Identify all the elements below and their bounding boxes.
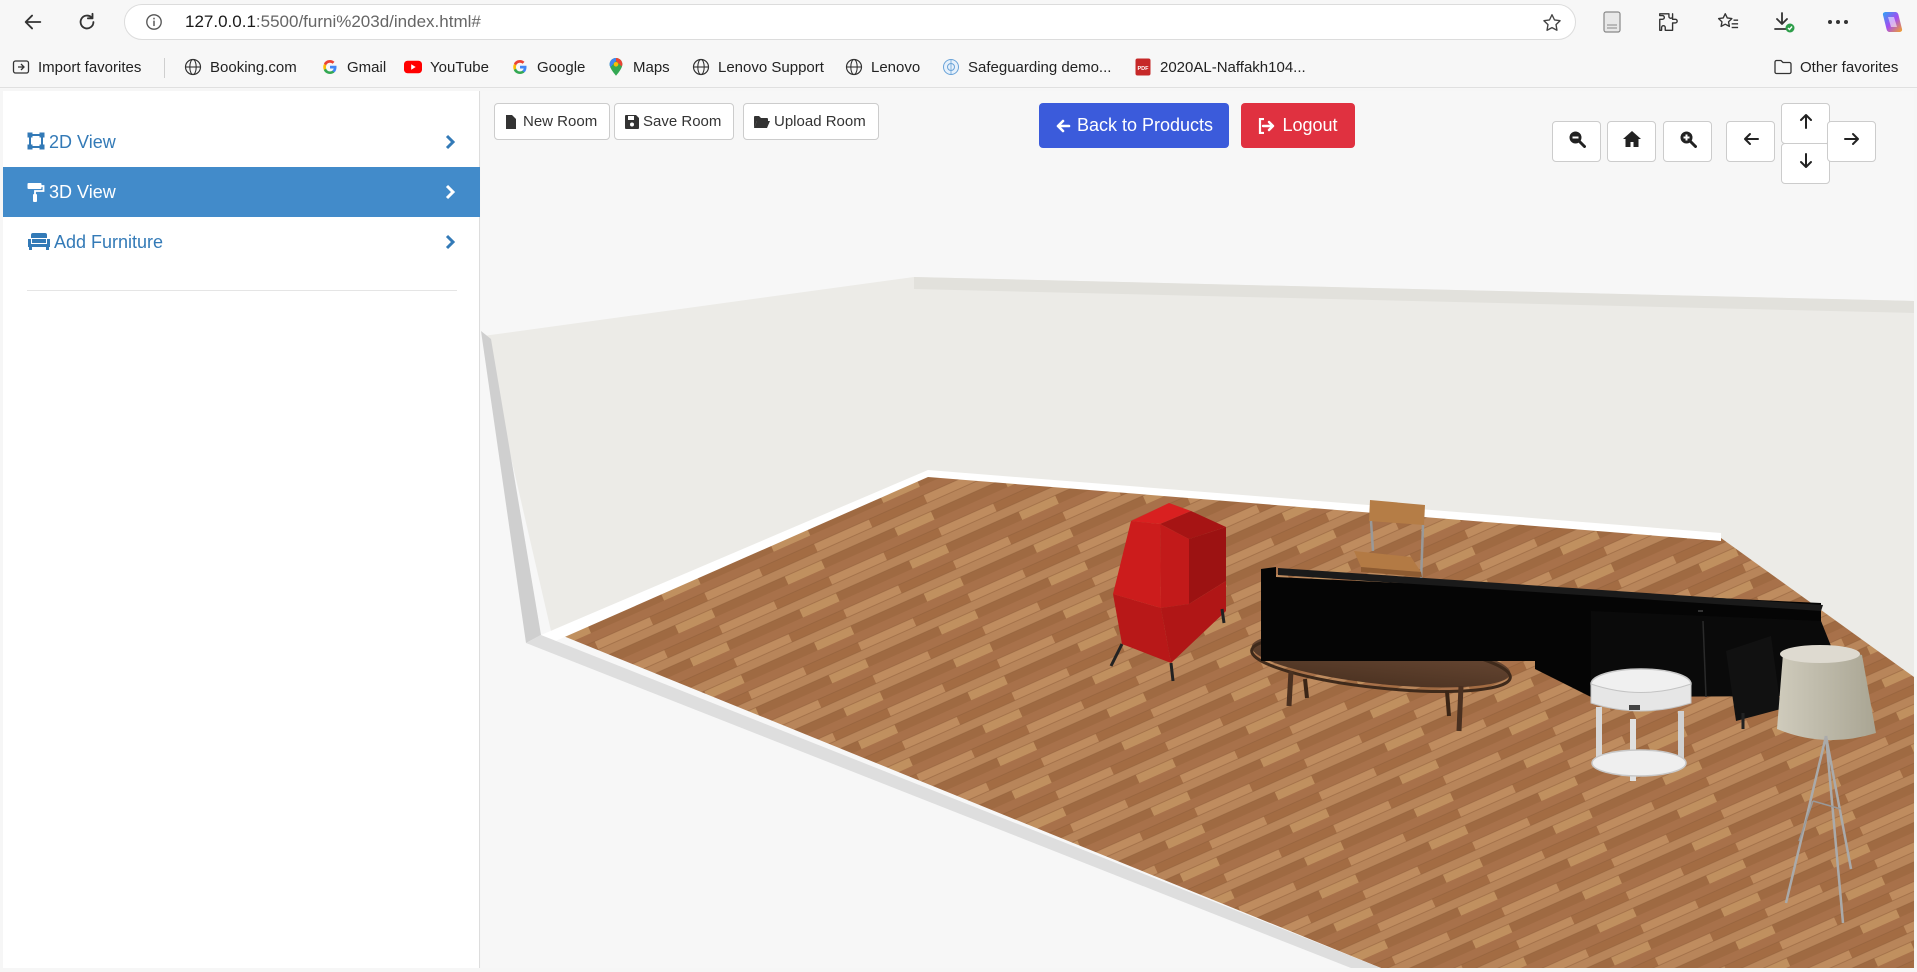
copilot-icon[interactable] (1877, 8, 1905, 36)
home-icon (1622, 130, 1642, 153)
bookmark-label: YouTube (430, 58, 489, 76)
vector-square-icon (27, 132, 47, 152)
bookmark-label: 2020AL-Naffakh104... (1160, 58, 1306, 76)
back-icon[interactable] (17, 6, 49, 38)
globe-icon (845, 58, 863, 76)
bookmark-label: Maps (633, 58, 670, 76)
bookmark-google[interactable]: Google (511, 56, 585, 78)
youtube-icon (404, 58, 422, 76)
info-icon[interactable] (145, 13, 163, 36)
zoom-in-icon (1679, 130, 1697, 153)
logout-button[interactable]: Logout (1241, 103, 1355, 148)
reload-icon[interactable] (71, 6, 103, 38)
paint-roller-icon (27, 182, 47, 202)
globe-icon (692, 58, 710, 76)
bookmark-label: Booking.com (210, 58, 297, 76)
url-path: :5500/furni%203d/index.html# (255, 12, 481, 31)
bookmark-label: Import favorites (38, 58, 142, 76)
3d-room-scene[interactable] (481, 91, 1914, 968)
svg-text:PDF: PDF (1138, 66, 1150, 72)
save-icon (625, 114, 639, 129)
globe-icon (184, 58, 202, 76)
reading-icon[interactable] (1598, 8, 1626, 36)
file-icon (505, 114, 519, 129)
arrow-left-icon (1742, 131, 1760, 152)
arrow-up-icon (1798, 112, 1814, 135)
bookmark-label: Gmail (347, 58, 387, 76)
new-room-label: New Room (523, 113, 598, 130)
arrow-left-icon (1056, 119, 1071, 132)
pan-right-button[interactable] (1827, 121, 1876, 162)
bookmark-youtube[interactable]: YouTube (404, 56, 489, 78)
chevron-right-icon (442, 184, 458, 200)
extensions-icon[interactable] (1654, 8, 1682, 36)
sidebar-divider (27, 290, 457, 291)
url-host: 127.0.0.1 (185, 12, 256, 31)
bookmarks-bar: Import favorites Booking.com Gmail YouTu… (0, 44, 1917, 88)
bookmark-label: Safeguarding demo... (968, 58, 1112, 76)
save-room-button[interactable]: Save Room (614, 103, 735, 140)
bookmark-safeguarding[interactable]: Safeguarding demo... (942, 56, 1111, 78)
sidebar-item-label: Add Furniture (54, 231, 164, 252)
bookmark-label: Google (537, 58, 586, 76)
arrow-down-icon (1798, 152, 1814, 175)
pan-left-button[interactable] (1726, 121, 1775, 162)
address-bar[interactable]: 127.0.0.1:5500/furni%203d/index.html# (124, 4, 1576, 40)
star-icon[interactable] (1541, 12, 1563, 39)
zoom-out-button[interactable] (1552, 121, 1601, 162)
arrow-right-icon (1843, 131, 1861, 152)
back-to-products-label: Back to Products (1076, 115, 1214, 135)
bookmark-lenovo[interactable]: Lenovo (845, 56, 920, 78)
bookmark-booking[interactable]: Booking.com (184, 56, 297, 78)
bookmark-separator (164, 58, 165, 78)
google-icon (511, 58, 529, 76)
sidebar-item-add-furniture[interactable]: Add Furniture (3, 217, 480, 267)
bookmark-other-favorites[interactable]: Other favorites (1774, 56, 1898, 78)
new-room-button[interactable]: New Room (494, 103, 611, 140)
un-icon (942, 58, 960, 76)
bookmark-lenovo-support[interactable]: Lenovo Support (692, 56, 824, 78)
favorites-icon[interactable] (1714, 8, 1742, 36)
sidebar-item-label: 3D View (49, 181, 116, 202)
sidebar-item-3d-view[interactable]: 3D View (3, 167, 480, 217)
couch-icon (27, 232, 51, 252)
bookmark-label: Lenovo Support (718, 58, 824, 76)
bookmark-label: Other favorites (1800, 58, 1899, 76)
home-button[interactable] (1607, 121, 1656, 162)
bookmark-gmail[interactable]: Gmail (321, 56, 386, 78)
google-icon (321, 58, 339, 76)
bookmark-label: Lenovo (871, 58, 921, 76)
bookmark-maps[interactable]: Maps (607, 56, 670, 78)
app: 2D View 3D View Add Furniture New Room S… (0, 89, 1917, 972)
pan-up-button[interactable] (1781, 103, 1830, 144)
sidebar-item-2d-view[interactable]: 2D View (3, 117, 480, 167)
save-room-label: Save Room (643, 113, 722, 130)
pan-down-button[interactable] (1781, 143, 1830, 184)
back-to-products-button[interactable]: Back to Products (1039, 103, 1229, 148)
logout-label: Logout (1282, 115, 1338, 135)
import-icon (12, 58, 30, 76)
maps-icon (607, 58, 625, 76)
folder-open-icon (754, 115, 770, 129)
sidebar-item-label: 2D View (49, 131, 116, 152)
zoom-out-icon (1568, 130, 1586, 153)
pdf-icon: PDF (1134, 58, 1152, 76)
sidebar: 2D View 3D View Add Furniture (3, 91, 480, 968)
bookmark-pdf[interactable]: PDF 2020AL-Naffakh104... (1134, 56, 1306, 78)
chevron-right-icon (442, 134, 458, 150)
chevron-right-icon (442, 234, 458, 250)
sign-out-icon (1259, 117, 1275, 134)
upload-room-button[interactable]: Upload Room (743, 103, 879, 140)
bookmark-import-favorites[interactable]: Import favorites (12, 56, 141, 78)
zoom-in-button[interactable] (1663, 121, 1712, 162)
more-icon[interactable] (1824, 8, 1852, 36)
url-text: 127.0.0.1:5500/furni%203d/index.html# (185, 12, 481, 32)
3d-viewer[interactable]: New Room Save Room Upload Room Back to P… (481, 91, 1914, 968)
downloads-icon[interactable] (1770, 8, 1798, 36)
folder-icon (1774, 58, 1792, 76)
browser-toolbar: 127.0.0.1:5500/furni%203d/index.html# (0, 0, 1917, 44)
upload-room-label: Upload Room (774, 113, 866, 130)
